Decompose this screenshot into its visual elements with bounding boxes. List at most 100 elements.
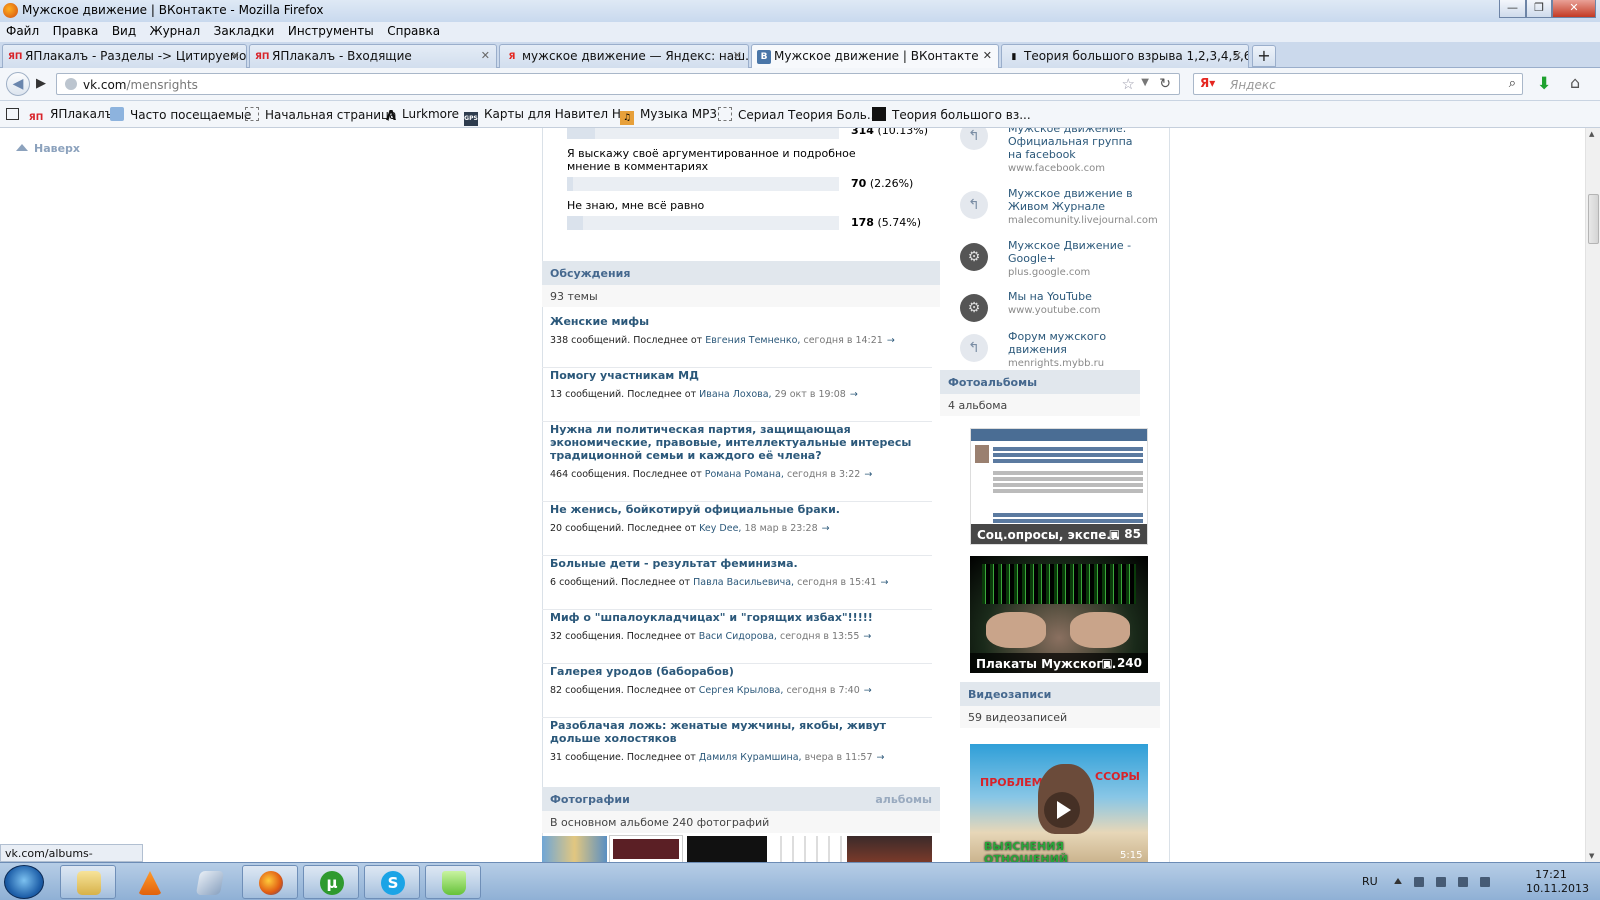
photo-thumbnail[interactable] <box>542 836 607 862</box>
arrow-right-icon[interactable]: → <box>863 631 871 642</box>
albums-link[interactable]: альбомы <box>875 793 932 806</box>
tab-yaplakal-sections[interactable]: ЯП ЯПлакалъ - Разделы -> Цитируемо... ✕ <box>2 44 247 68</box>
scrollbar-thumb[interactable] <box>1588 194 1599 244</box>
bookmark-navitel-maps[interactable]: GPS Карты для Навител Н... <box>464 107 632 126</box>
topic-title[interactable]: Помогу участникам МД <box>542 369 932 382</box>
vertical-scrollbar[interactable]: ▲ ▼ <box>1585 128 1600 862</box>
topic-author[interactable]: Дамиля Курамшина, <box>699 752 802 763</box>
arrow-right-icon[interactable]: → <box>864 685 872 696</box>
tab-close-icon[interactable]: ✕ <box>733 49 742 62</box>
topic-author[interactable]: Павла Васильевича, <box>693 577 794 588</box>
tab-vk-active[interactable]: В Мужское движение | ВКонтакте ✕ <box>751 44 999 69</box>
minimize-button[interactable]: — <box>1499 0 1526 18</box>
menu-tools[interactable]: Инструменты <box>283 22 379 38</box>
flag-icon[interactable] <box>1414 877 1424 887</box>
device-icon[interactable] <box>1436 877 1446 887</box>
menu-bookmarks[interactable]: Закладки <box>209 22 280 38</box>
topic-item[interactable]: Разоблачая ложь: женатые мужчины, якобы,… <box>542 719 932 781</box>
arrow-right-icon[interactable]: → <box>877 752 885 763</box>
language-indicator[interactable]: RU <box>1362 875 1378 888</box>
menu-file[interactable]: Файл <box>0 22 44 38</box>
topic-title[interactable]: Галерея уродов (баборабов) <box>542 665 932 678</box>
topic-author[interactable]: Романа Романа, <box>705 469 784 480</box>
bookmark-big-bang-theory[interactable]: Теория большого вз... <box>872 107 1031 122</box>
taskbar-app2[interactable] <box>425 865 481 899</box>
topic-item[interactable]: Помогу участникам МД 13 сообщений. После… <box>542 369 932 422</box>
menu-view[interactable]: Вид <box>107 22 141 38</box>
link-name[interactable]: Мужское движение в Живом Журнале <box>1008 187 1133 213</box>
close-window-button[interactable]: ✕ <box>1552 0 1596 18</box>
scroll-down-icon[interactable]: ▼ <box>1589 852 1594 860</box>
topic-item[interactable]: Галерея уродов (баборабов) 82 сообщения.… <box>542 665 932 718</box>
album-card[interactable]: Плакаты Мужског... ▣ 240 <box>970 556 1148 673</box>
bookmark-yaplakal[interactable]: ЯП ЯПлакалъ <box>28 107 113 125</box>
taskbar-firefox[interactable] <box>242 865 298 899</box>
link-name[interactable]: Мы на YouTube <box>1008 290 1092 303</box>
bookmarks-sidebar-icon[interactable] <box>6 107 25 121</box>
taskbar-skype[interactable]: S <box>364 865 420 899</box>
bookmark-home-page[interactable]: Начальная страница <box>245 107 397 122</box>
link-name[interactable]: Мужское движение: Официальная группа на … <box>1008 128 1133 161</box>
link-name[interactable]: Мужское Движение - Google+ <box>1008 239 1131 265</box>
topic-title[interactable]: Разоблачая ложь: женатые мужчины, якобы,… <box>542 719 932 745</box>
yandex-search-box[interactable]: Я▾ Яндекс ⌕ <box>1193 73 1523 95</box>
video-thumbnail[interactable]: ПРОБЛЕМЫ ССОРЫ ВЫЯСНЕНИЯ ОТНОШЕНИЙ 5:15 <box>970 744 1148 862</box>
scroll-up-icon[interactable]: ▲ <box>1589 130 1594 138</box>
taskbar-explorer[interactable] <box>60 865 116 899</box>
home-icon[interactable]: ⌂ <box>1570 73 1580 92</box>
start-button[interactable] <box>4 865 44 899</box>
show-hidden-icons-icon[interactable] <box>1394 878 1402 884</box>
menu-help[interactable]: Справка <box>382 22 445 38</box>
url-text[interactable]: vk.com/mensrights <box>83 78 198 92</box>
bookmark-star-icon[interactable]: ☆ <box>1122 75 1135 93</box>
link-item-youtube[interactable]: ⚙ Мы на YouTube www.youtube.com <box>960 290 1160 322</box>
arrow-right-icon[interactable]: → <box>887 335 895 346</box>
topic-author[interactable]: Key Dee, <box>699 523 741 534</box>
tab-big-bang-theory[interactable]: ▮ Теория большого взрыва 1,2,3,4,5,6... … <box>1001 44 1249 68</box>
back-arrow-icon[interactable]: ◀ <box>6 72 30 96</box>
topic-author[interactable]: Евгения Темненко, <box>705 335 800 346</box>
new-tab-button[interactable]: + <box>1252 45 1276 67</box>
link-item-livejournal[interactable]: ↰ Мужское движение в Живом Журнале maleco… <box>960 187 1160 227</box>
topic-author[interactable]: Васи Сидорова, <box>699 631 777 642</box>
volume-icon[interactable] <box>1458 877 1468 887</box>
topic-title[interactable]: Нужна ли политическая партия, защищающая… <box>542 423 932 462</box>
topic-author[interactable]: Ивана Лохова, <box>699 389 771 400</box>
topic-title[interactable]: Женские мифы <box>542 315 932 328</box>
taskbar-utorrent[interactable]: µ <box>303 865 359 899</box>
topic-item[interactable]: Больные дети - результат феминизма. 6 со… <box>542 557 932 610</box>
bookmark-music-mp3[interactable]: ♫ Музыка MP3 <box>620 107 717 125</box>
arrow-right-icon[interactable]: → <box>850 389 858 400</box>
search-icon[interactable]: ⌕ <box>1509 76 1516 91</box>
topic-author[interactable]: Сергея Крылова, <box>699 685 784 696</box>
bookmark-lurkmore[interactable]: Λ Lurkmore <box>386 107 459 124</box>
tab-yaplakal-inbox[interactable]: ЯП ЯПлакалъ - Входящие ✕ <box>249 44 497 68</box>
network-icon[interactable] <box>1480 877 1490 887</box>
taskbar-vlc[interactable] <box>121 865 177 899</box>
clock[interactable]: 17:21 10.11.2013 <box>1526 868 1589 896</box>
bookmark-series-big-bang[interactable]: Сериал Теория Боль... <box>718 107 878 122</box>
topic-item[interactable]: Женские мифы 338 сообщений. Последнее от… <box>542 315 932 368</box>
album-card[interactable]: Соц.опросы, экспе... ▣ 85 <box>970 428 1148 545</box>
link-item-forum[interactable]: ↰ Форум мужского движения menrights.mybb.… <box>960 330 1160 369</box>
videos-header[interactable]: Видеозаписи <box>960 682 1160 706</box>
scroll-to-top-link[interactable]: Наверх <box>16 142 80 155</box>
tab-close-icon[interactable]: ✕ <box>983 49 992 62</box>
photos-header[interactable]: Фотографии альбомы <box>542 787 940 811</box>
chevron-down-icon[interactable]: ▼ <box>1141 77 1149 88</box>
bookmark-most-visited[interactable]: Часто посещаемые <box>110 107 251 122</box>
discussions-header[interactable]: Обсуждения <box>542 261 940 285</box>
arrow-right-icon[interactable]: → <box>864 469 872 480</box>
menu-edit[interactable]: Правка <box>48 22 104 38</box>
photo-thumbnail[interactable] <box>609 835 683 862</box>
topic-item[interactable]: Не женись, бойкотируй официальные браки.… <box>542 503 932 556</box>
reload-icon[interactable]: ↻ <box>1159 76 1171 92</box>
topic-item[interactable]: Нужна ли политическая партия, защищающая… <box>542 423 932 502</box>
link-item-googleplus[interactable]: ⚙ Мужское Движение - Google+ plus.google.… <box>960 239 1160 279</box>
topic-title[interactable]: Больные дети - результат феминизма. <box>542 557 932 570</box>
yandex-logo-icon[interactable]: Я▾ <box>1200 76 1215 92</box>
topic-item[interactable]: Миф о "шпалоукладчицах" и "горящих избах… <box>542 611 932 664</box>
photo-thumbnail[interactable] <box>847 836 932 862</box>
poll-option[interactable]: Не знаю, мне всё равно <box>567 199 877 212</box>
topic-title[interactable]: Не женись, бойкотируй официальные браки. <box>542 503 932 516</box>
